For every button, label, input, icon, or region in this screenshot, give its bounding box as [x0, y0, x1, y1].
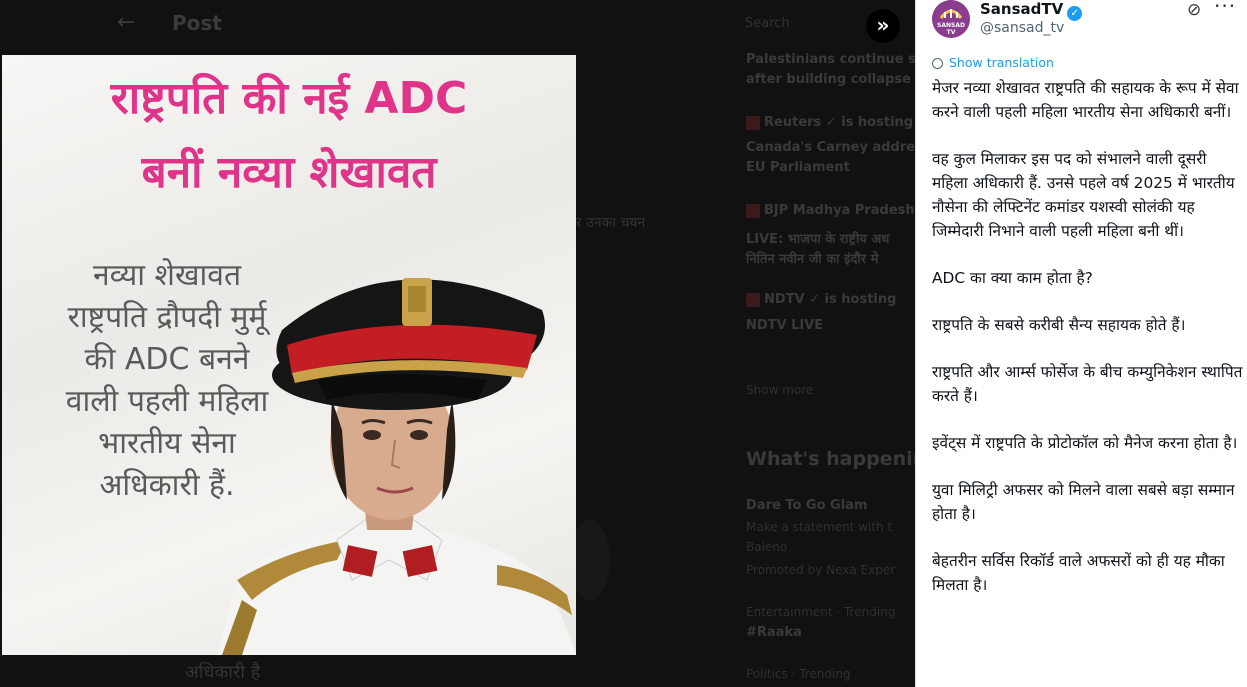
trend-host[interactable]: Reuters ✓ is hosting: [746, 115, 913, 130]
back-arrow-icon[interactable]: ←: [117, 10, 135, 35]
trend-text[interactable]: Dare To Go Glam: [746, 498, 868, 513]
verified-badge-icon: ✓: [1067, 6, 1083, 21]
grok-icon[interactable]: ⊘: [1187, 0, 1201, 20]
bjp-logo-icon: [746, 203, 760, 218]
trend-text[interactable]: Entertainment · Trending: [746, 605, 895, 619]
top-bar: ← Post Search: [0, 0, 915, 48]
trend-text[interactable]: NDTV LIVE: [746, 318, 823, 333]
trend-text[interactable]: Baleno: [746, 540, 787, 554]
user-handle[interactable]: @sansad_tv: [980, 20, 1064, 36]
post-paragraph: राष्ट्रपति और आर्म्स फोर्सेज के बीच कम्य…: [932, 363, 1243, 405]
translate-icon: [932, 58, 943, 69]
background-text: र उनका चयन: [576, 215, 646, 231]
trend-text[interactable]: EU Parliament: [746, 160, 850, 175]
avatar[interactable]: SANSAD TV: [932, 0, 970, 38]
officer-portrait: [217, 278, 576, 655]
page-title: Post: [172, 11, 222, 35]
post-image[interactable]: राष्ट्रपति की नई ADC बनीं नव्या शेखावत न…: [2, 55, 576, 655]
trend-text[interactable]: Palestinians continue s: [746, 52, 915, 67]
background-shape: [570, 520, 610, 600]
show-more-link[interactable]: Show more: [746, 383, 813, 397]
post-paragraph: राष्ट्रपति के सबसे करीबी सैन्य सहायक होत…: [932, 316, 1186, 334]
section-heading: What's happenin: [746, 448, 915, 470]
post-paragraph: युवा मिलिट्री अफसर को मिलने वाला सबसे बड…: [932, 481, 1235, 523]
trend-host[interactable]: BJP Madhya Pradesh: [746, 203, 915, 218]
more-options-icon[interactable]: ···: [1214, 0, 1236, 18]
post-text: मेजर नव्या शेखावत राष्ट्रपति की सहायक के…: [932, 76, 1244, 620]
collapse-panel-button[interactable]: »: [866, 9, 900, 43]
search-input[interactable]: Search: [745, 16, 790, 31]
trend-text[interactable]: Promoted by Nexa Exper: [746, 563, 895, 577]
post-panel: SANSAD TV SansadTV ✓ @sansad_tv ⊘ ··· Sho…: [915, 0, 1247, 687]
trend-text[interactable]: Make a statement with t: [746, 520, 892, 534]
post-paragraph: इवेंट्स में राष्ट्रपति के प्रोटोकॉल को म…: [932, 434, 1238, 452]
trend-host[interactable]: NDTV ✓ is hosting: [746, 292, 896, 307]
post-paragraph: मेजर नव्या शेखावत राष्ट्रपति की सहायक के…: [932, 79, 1239, 121]
trend-text[interactable]: after building collapse: [746, 72, 911, 87]
reuters-logo-icon: [746, 115, 760, 130]
image-headline-line2: बनीं नव्या शेखावत: [141, 147, 437, 198]
ndtv-logo-icon: [746, 292, 760, 307]
trend-text[interactable]: Canada's Carney addre: [746, 140, 915, 155]
show-translation-link[interactable]: Show translation: [932, 55, 1054, 70]
post-paragraph: वह कुल मिलाकर इस पद को संभालने वाली दूसर…: [932, 150, 1235, 240]
background-text: अधिकारी है: [185, 662, 261, 683]
trend-text[interactable]: Politics · Trending: [746, 667, 851, 681]
trend-text[interactable]: LIVE: भाजपा के राष्ट्रीय अध: [746, 229, 889, 247]
display-name[interactable]: SansadTV ✓: [980, 0, 1083, 21]
post-paragraph: बेहतरीन सर्विस रिकॉर्ड वाले अफसरों को ही…: [932, 552, 1225, 594]
image-headline-line1: राष्ट्रपति की नई ADC: [110, 73, 468, 124]
trend-text[interactable]: नितिन नवीन जी का इंदौर मे: [746, 249, 878, 267]
post-paragraph: ADC का क्या काम होता है?: [932, 269, 1093, 287]
trend-text[interactable]: #Raaka: [746, 625, 802, 640]
